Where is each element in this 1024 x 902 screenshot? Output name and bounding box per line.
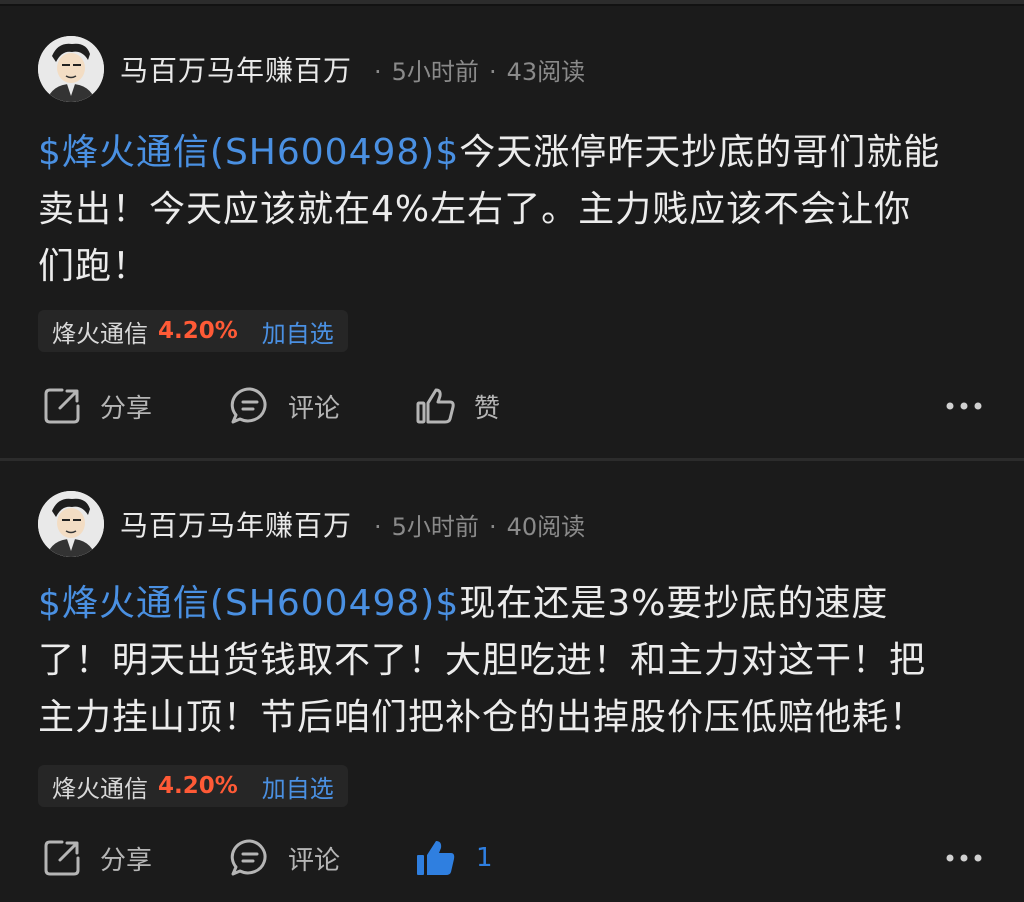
more-icon (944, 836, 984, 880)
like-count: 1 (476, 843, 493, 873)
more-button[interactable] (944, 382, 984, 430)
add-watchlist-button[interactable]: 加自选 (262, 769, 334, 804)
comment-icon (228, 836, 272, 880)
comment-label: 评论 (288, 393, 341, 424)
post-card: 马百万马年赚百万 · 5小时前 · 43阅读 $烽火通信(SH600498)$今天涨停… (0, 6, 1024, 458)
read-count: 40阅读 (506, 512, 586, 541)
stock-chip[interactable]: 烽火通信 4.20% 加自选 (38, 765, 348, 807)
post-header: 马百万马年赚百万 · 5小时前 · 43阅读 (38, 36, 585, 102)
post-time: 5小时前 (391, 57, 479, 86)
read-count: 43阅读 (506, 57, 586, 86)
thumbs-up-icon (414, 836, 458, 880)
more-icon (944, 384, 984, 428)
like-button[interactable]: 1 (414, 834, 493, 882)
avatar[interactable] (38, 491, 104, 557)
add-watchlist-button[interactable]: 加自选 (262, 314, 334, 349)
more-button[interactable] (944, 834, 984, 882)
share-label: 分享 (100, 845, 153, 876)
author-name[interactable]: 马百万马年赚百万 (120, 49, 352, 89)
post-time: 5小时前 (391, 512, 479, 541)
comment-button[interactable]: 评论 (228, 834, 340, 882)
like-button[interactable]: 赞 (414, 382, 500, 430)
stock-chip[interactable]: 烽火通信 4.20% 加自选 (38, 310, 348, 352)
post-text-line: 现在还是3%要抄底的速度 (459, 583, 889, 624)
stock-tag-link[interactable]: $烽火通信(SH600498)$ (38, 132, 459, 173)
post-text-line: 了！明天出货钱取不了！大胆吃进！和主力对这干！把 (38, 640, 927, 681)
share-icon (40, 384, 84, 428)
action-bar: 分享 评论 1 (40, 834, 984, 882)
avatar[interactable] (38, 36, 104, 102)
post-card: 马百万马年赚百万 · 5小时前 · 40阅读 $烽火通信(SH600498)$现在还是… (0, 461, 1024, 902)
like-label: 赞 (474, 393, 501, 424)
post-text-line: 们跑！ (38, 246, 150, 287)
comment-icon (228, 384, 272, 428)
comment-label: 评论 (288, 845, 341, 876)
chip-stock-name: 烽火通信 (52, 774, 148, 803)
author-name[interactable]: 马百万马年赚百万 (120, 504, 352, 544)
share-button[interactable]: 分享 (40, 834, 152, 882)
post-text-line: 卖出！今天应该就在4%左右了。主力贱应该不会让你 (38, 189, 912, 230)
share-icon (40, 836, 84, 880)
share-button[interactable]: 分享 (40, 382, 152, 430)
post-text-line: 主力挂山顶！节后咱们把补仓的出掉股价压低赔他耗！ (38, 697, 927, 738)
thumbs-up-icon (414, 384, 458, 428)
chip-stock-change: 4.20% (158, 318, 238, 344)
chip-stock-change: 4.20% (158, 773, 238, 799)
post-meta: · 5小时前 · 40阅读 (374, 512, 586, 541)
share-label: 分享 (100, 393, 153, 424)
post-meta: · 5小时前 · 43阅读 (374, 57, 586, 86)
post-body: $烽火通信(SH600498)$今天涨停昨天抄底的哥们就能 卖出！今天应该就在4… (38, 124, 988, 295)
stock-tag-link[interactable]: $烽火通信(SH600498)$ (38, 583, 459, 624)
comment-button[interactable]: 评论 (228, 382, 340, 430)
post-text-line: 今天涨停昨天抄底的哥们就能 (459, 132, 941, 173)
action-bar: 分享 评论 赞 (40, 382, 984, 430)
post-header: 马百万马年赚百万 · 5小时前 · 40阅读 (38, 491, 585, 557)
top-divider (0, 0, 1024, 4)
post-body: $烽火通信(SH600498)$现在还是3%要抄底的速度 了！明天出货钱取不了！… (38, 575, 988, 746)
chip-stock-name: 烽火通信 (52, 319, 148, 348)
